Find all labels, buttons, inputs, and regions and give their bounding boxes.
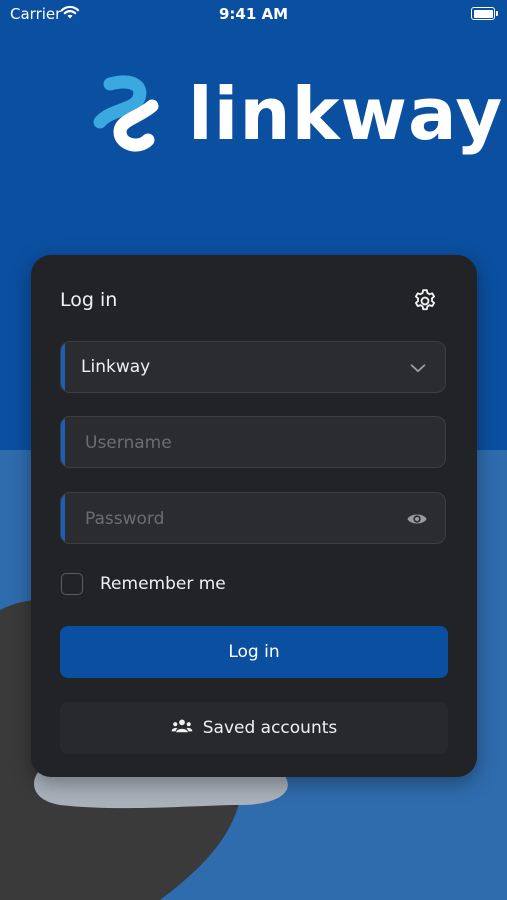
- eye-icon[interactable]: [405, 508, 429, 530]
- people-icon: [171, 719, 193, 733]
- username-input[interactable]: [83, 417, 387, 467]
- password-input[interactable]: [83, 493, 387, 543]
- saved-accounts-button[interactable]: Saved accounts: [60, 702, 448, 754]
- battery-icon: [471, 7, 498, 20]
- saved-accounts-label: Saved accounts: [202, 718, 338, 738]
- clock: 9:41 AM: [218, 5, 289, 23]
- username-field[interactable]: [60, 416, 446, 468]
- logo-mark-icon: [93, 75, 159, 152]
- app-logo: linkway: [90, 70, 502, 165]
- password-field[interactable]: [60, 492, 446, 544]
- field-accent: [61, 342, 65, 392]
- gear-icon[interactable]: [412, 288, 438, 314]
- logo-text: linkway: [188, 72, 504, 156]
- login-card: Log in Linkway Remember me Log in: [31, 255, 477, 777]
- server-select-value: Linkway: [81, 357, 151, 377]
- card-title: Log in: [60, 289, 118, 311]
- login-button[interactable]: Log in: [60, 626, 448, 678]
- field-accent: [61, 417, 65, 467]
- status-bar: Carrier 9:41 AM: [0, 0, 507, 28]
- remember-me-checkbox[interactable]: [61, 573, 83, 595]
- field-accent: [61, 493, 65, 543]
- remember-me-label[interactable]: Remember me: [100, 574, 226, 594]
- chevron-down-icon: [410, 364, 426, 373]
- server-select[interactable]: Linkway: [60, 341, 446, 393]
